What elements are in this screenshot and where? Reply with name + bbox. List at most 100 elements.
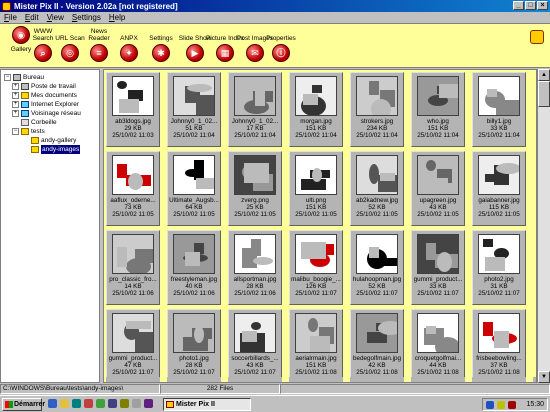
thumbnail-item[interactable]: croquetgolfmai... 44 KB 25/10/02 11:08 <box>411 309 465 382</box>
thumbnail-item[interactable]: strokers.jpg 234 KB 25/10/02 11:04 <box>350 72 404 147</box>
app-icon[interactable] <box>2 1 11 11</box>
thumbnail-image <box>417 155 459 195</box>
thumbnail-item[interactable]: aerialrmain.jpg 151 KB 25/10/02 11:08 <box>289 309 343 382</box>
thumbnail-item[interactable]: gummi_product... 47 KB 25/10/02 11:07 <box>106 309 160 382</box>
expand-icon[interactable]: + <box>12 101 19 108</box>
open-folder-icon <box>31 146 39 153</box>
thumbnail-name: morgan.jpg <box>300 118 332 125</box>
tree-node-voisinage-reseau[interactable]: + Voisinage réseau <box>12 109 81 118</box>
expand-icon[interactable]: + <box>12 110 19 117</box>
tree-node-tests[interactable]: − tests <box>12 127 45 136</box>
vertical-scrollbar[interactable]: ▲ ▼ <box>537 69 550 383</box>
menu-file[interactable]: File <box>4 13 17 22</box>
tray-icon[interactable] <box>497 401 505 409</box>
thumbnail-name: croquetgolfmai... <box>414 355 462 362</box>
thumbnail-item[interactable]: ab2kadnew.jpg 52 KB 25/10/02 11:05 <box>350 151 404 226</box>
thumbnail-item[interactable]: freestyleman.jpg 40 KB 25/10/02 11:06 <box>167 230 221 305</box>
thumbnail-date: 25/10/02 11:07 <box>478 290 520 297</box>
thumbnail-name: Ultimate_Augsb... <box>169 197 219 204</box>
thumbnail-item[interactable]: Johnny0_1_02... 51 KB 25/10/02 11:04 <box>167 72 221 147</box>
thumbnail-item[interactable]: aaflux_oderne... 73 KB 25/10/02 11:05 <box>106 151 160 226</box>
quicklaunch-ie-icon[interactable] <box>48 399 57 408</box>
quicklaunch-app-icon[interactable] <box>120 399 129 408</box>
folder-tree[interactable]: − Bureau + Poste de travail + Mes documents… <box>0 69 100 383</box>
quicklaunch-outlook-icon[interactable] <box>60 399 69 408</box>
minimize-button[interactable]: _ <box>513 1 524 10</box>
thumbnail-item[interactable]: soccerbillards_... 43 KB 25/10/02 11:07 <box>228 309 282 382</box>
thumbnail-gallery[interactable]: ab3ldogs.jpg 29 KB 25/10/02 11:03 Johnny0_1… <box>103 69 537 383</box>
thumbnail-item[interactable]: gaiabanner.jpg 115 KB 25/10/02 11:05 <box>472 151 526 226</box>
thumbnail-item[interactable]: ulti.png 151 KB 25/10/02 11:05 <box>289 151 343 226</box>
thumbnail-item[interactable]: photo1.jpg 28 KB 25/10/02 11:07 <box>167 309 221 382</box>
thumbnail-size: 14 KB <box>124 283 142 290</box>
thumbnail-image <box>234 313 276 353</box>
collapse-icon[interactable]: − <box>12 128 19 135</box>
properties-button[interactable]: Properties ⓘ <box>262 26 300 67</box>
thumbnail-date: 25/10/02 11:06 <box>234 290 276 297</box>
menu-edit[interactable]: Edit <box>25 13 39 22</box>
thumbnail-item[interactable]: allsportman.jpg 28 KB 25/10/02 11:06 <box>228 230 282 305</box>
scroll-down-arrow[interactable]: ▼ <box>538 371 550 383</box>
thumbnail-name: gummi_product... <box>413 276 463 283</box>
start-button[interactable]: Démarrer <box>2 398 45 411</box>
tree-node-poste-de-travail[interactable]: + Poste de travail <box>12 82 76 91</box>
thumbnail-item[interactable]: Johnny0_1_02... 17 KB 25/10/02 11:04 <box>228 72 282 147</box>
menu-help[interactable]: Help <box>109 13 125 22</box>
tree-node-bureau[interactable]: − Bureau <box>4 73 44 82</box>
thumbnail-date: 25/10/02 11:05 <box>417 211 459 218</box>
picture-index-icon: ▦ <box>216 44 234 62</box>
quicklaunch-desktop-icon[interactable] <box>72 399 81 408</box>
thumbnail-item[interactable]: pro_classic_fro... 14 KB 25/10/02 11:06 <box>106 230 160 305</box>
scroll-up-arrow[interactable]: ▲ <box>538 69 550 81</box>
thumbnail-date: 25/10/02 11:06 <box>173 290 215 297</box>
tree-node-andy-images[interactable]: andy-images <box>31 145 81 154</box>
quicklaunch-app-icon[interactable] <box>96 399 105 408</box>
thumbnail-date: 25/10/02 11:05 <box>295 211 337 218</box>
thumbnail-item[interactable]: zverg.png 25 KB 25/10/02 11:05 <box>228 151 282 226</box>
close-button[interactable]: × <box>537 1 548 10</box>
settings-button[interactable]: Settings ✱ <box>142 26 180 67</box>
volume-icon[interactable] <box>508 401 516 409</box>
thumbnail-item[interactable]: morgan.jpg 151 KB 25/10/02 11:04 <box>289 72 343 147</box>
thumbnail-name: photo2.jpg <box>484 276 514 283</box>
thumbnail-item[interactable]: frisbeebowling... 37 KB 25/10/02 11:08 <box>472 309 526 382</box>
thumbnail-size: 64 KB <box>185 204 203 211</box>
thumbnail-size: 73 KB <box>124 204 142 211</box>
expand-icon[interactable]: + <box>12 92 19 99</box>
thumbnail-item[interactable]: upagreen.jpg 43 KB 25/10/02 11:05 <box>411 151 465 226</box>
thumbnail-item[interactable]: bedegolfmain.jpg 42 KB 25/10/02 11:08 <box>350 309 404 382</box>
thumbnail-size: 31 KB <box>490 283 508 290</box>
thumbnail-item[interactable]: ab3ldogs.jpg 29 KB 25/10/02 11:03 <box>106 72 160 147</box>
collapse-icon[interactable]: − <box>4 74 11 81</box>
quicklaunch-app-icon[interactable] <box>108 399 117 408</box>
www-search-icon: ⌕ <box>34 44 52 62</box>
thumbnail-item[interactable]: hulahoopman.jpg 52 KB 25/10/02 11:07 <box>350 230 404 305</box>
tray-icon[interactable] <box>486 401 494 409</box>
thumbnail-item[interactable]: Ultimate_Augsb... 64 KB 25/10/02 11:05 <box>167 151 221 226</box>
thumbnail-name: ulti.png <box>305 197 327 204</box>
thumbnail-item[interactable]: who.jpg 151 KB 25/10/02 11:04 <box>411 72 465 147</box>
quicklaunch-app-icon[interactable] <box>132 399 141 408</box>
window-title-bar[interactable]: Mister Pix II - Version 2.02a [not regis… <box>0 0 550 12</box>
quicklaunch-app-icon[interactable] <box>84 399 93 408</box>
tree-node-corbeille[interactable]: Corbeille <box>21 118 57 127</box>
tree-node-andy-gallery[interactable]: andy-gallery <box>31 136 76 145</box>
thumbnail-name: Johnny0_1_02... <box>170 118 218 125</box>
thumbnail-item[interactable]: photo2.jpg 31 KB 25/10/02 11:07 <box>472 230 526 305</box>
taskbar-mister-pix-button[interactable]: Mister Pix II <box>163 398 251 411</box>
quicklaunch-app-icon[interactable] <box>144 399 153 408</box>
thumbnail-item[interactable]: malibu_boogie_... 126 KB 25/10/02 11:07 <box>289 230 343 305</box>
thumbnail-date: 25/10/02 11:07 <box>112 369 154 376</box>
thumbnail-item[interactable]: billy1.jpg 33 KB 25/10/02 11:04 <box>472 72 526 147</box>
tree-node-internet-explorer[interactable]: + Internet Explorer <box>12 100 79 109</box>
maximize-button[interactable]: □ <box>525 1 536 10</box>
scroll-thumb[interactable] <box>538 81 550 107</box>
tree-node-mes-documents[interactable]: + Mes documents <box>12 91 77 100</box>
expand-icon[interactable]: + <box>12 83 19 90</box>
app-logo-icon <box>530 30 544 44</box>
menu-settings[interactable]: Settings <box>72 13 101 22</box>
thumbnail-image <box>478 234 520 274</box>
thumbnail-item[interactable]: gummi_product... 33 KB 25/10/02 11:07 <box>411 230 465 305</box>
thumbnail-date: 25/10/02 11:08 <box>478 369 520 376</box>
menu-view[interactable]: View <box>47 13 64 22</box>
